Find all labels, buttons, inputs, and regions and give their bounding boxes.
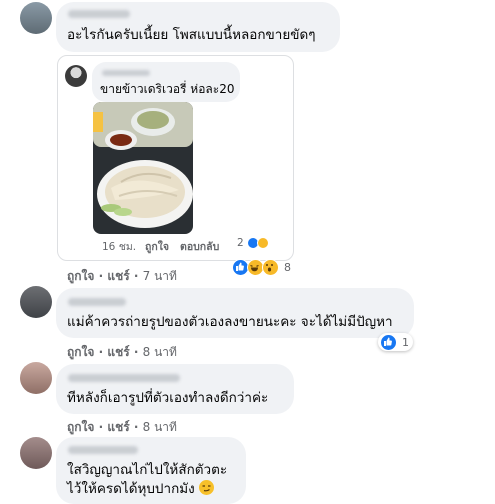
commenter-name[interactable] — [68, 374, 180, 382]
comment-bubble: อะไรกันครับเนี้ยย โพสแบบนี้หลอกขายขัดๆ — [56, 2, 340, 52]
shared-comment-bubble: ขายข้าวเดริเวอรี่ ห่อละ20 — [92, 62, 240, 102]
wow-reaction-icon — [256, 237, 269, 249]
commenter-name[interactable] — [102, 70, 150, 76]
commenter-name[interactable] — [68, 10, 130, 18]
comment-bubble: ทีหลังก็เอารูปที่ตัวเองทำลงดีกว่าค่ะ — [56, 364, 294, 414]
comment-time[interactable]: 7 นาที — [143, 269, 177, 283]
reaction-summary[interactable]: 1 — [378, 333, 413, 351]
shared-reply-link[interactable]: ตอบกลับ — [180, 238, 219, 255]
share-link[interactable]: แชร์ — [107, 345, 129, 359]
reaction-count: 8 — [284, 260, 291, 274]
shared-like-link[interactable]: ถูกใจ — [145, 238, 169, 255]
comment-text-line-1: ใสวิญญาณไก่ไปให้สักตัวตะ — [67, 462, 228, 478]
action-separator: · — [133, 345, 143, 359]
comment-bubble: ใสวิญญาณไก่ไปให้สักตัวตะ ไว้ให้ครดได้หุบ… — [56, 437, 246, 504]
action-separator: · — [133, 420, 143, 434]
shared-comment-age[interactable]: 16 ชม. — [102, 241, 136, 253]
avatar[interactable] — [20, 437, 52, 469]
comment-text-line-2: ไว้ให้ครดได้หุบปากมัง — [67, 480, 215, 499]
comment-actions: ถูกใจ · แชร์ · 7 นาที — [67, 267, 177, 286]
wow-reaction-icon — [262, 258, 279, 276]
comment-text: แม่ค้าควรถ่ายรูปของตัวเองลงขายนะคะ จะได้… — [67, 314, 393, 330]
smirk-emoji-icon — [199, 480, 215, 495]
comment-bubble: แม่ค้าควรถ่ายรูปของตัวเองลงขายนะคะ จะได้… — [56, 288, 414, 338]
comment-actions: ถูกใจ · แชร์ · 8 นาที — [67, 418, 177, 437]
avatar[interactable] — [20, 362, 52, 394]
shared-comment-meta: 16 ชม. — [102, 238, 136, 255]
share-link[interactable]: แชร์ — [107, 269, 129, 283]
reaction-summary[interactable]: 8 — [230, 258, 295, 276]
comment-time[interactable]: 8 นาที — [143, 345, 177, 359]
commenter-name[interactable] — [68, 446, 138, 454]
comment-actions: ถูกใจ · แชร์ · 8 นาที — [67, 343, 177, 362]
like-reaction-icon — [380, 333, 397, 351]
shared-reaction-count: 2 — [237, 237, 244, 249]
like-link[interactable]: ถูกใจ — [67, 345, 94, 359]
comment-time[interactable]: 8 นาที — [143, 420, 177, 434]
share-link[interactable]: แชร์ — [107, 420, 129, 434]
avatar[interactable] — [65, 65, 87, 87]
action-separator: · — [133, 269, 143, 283]
like-link[interactable]: ถูกใจ — [67, 420, 94, 434]
comment-text: ทีหลังก็เอารูปที่ตัวเองทำลงดีกว่าค่ะ — [67, 390, 269, 406]
like-link[interactable]: ถูกใจ — [67, 269, 94, 283]
comment-text: อะไรกันครับเนี้ยย โพสแบบนี้หลอกขายขัดๆ — [67, 27, 316, 43]
shared-reaction-summary[interactable]: 2 — [237, 237, 269, 249]
reaction-count: 1 — [402, 335, 409, 349]
food-photo[interactable] — [93, 102, 193, 234]
shared-comment-text: ขายข้าวเดริเวอรี่ ห่อละ20 — [100, 82, 235, 96]
comment-text-line-2-label: ไว้ให้ครดได้หุบปากมัง — [67, 481, 195, 497]
avatar[interactable] — [20, 286, 52, 318]
avatar[interactable] — [20, 2, 52, 34]
commenter-name[interactable] — [68, 298, 126, 306]
